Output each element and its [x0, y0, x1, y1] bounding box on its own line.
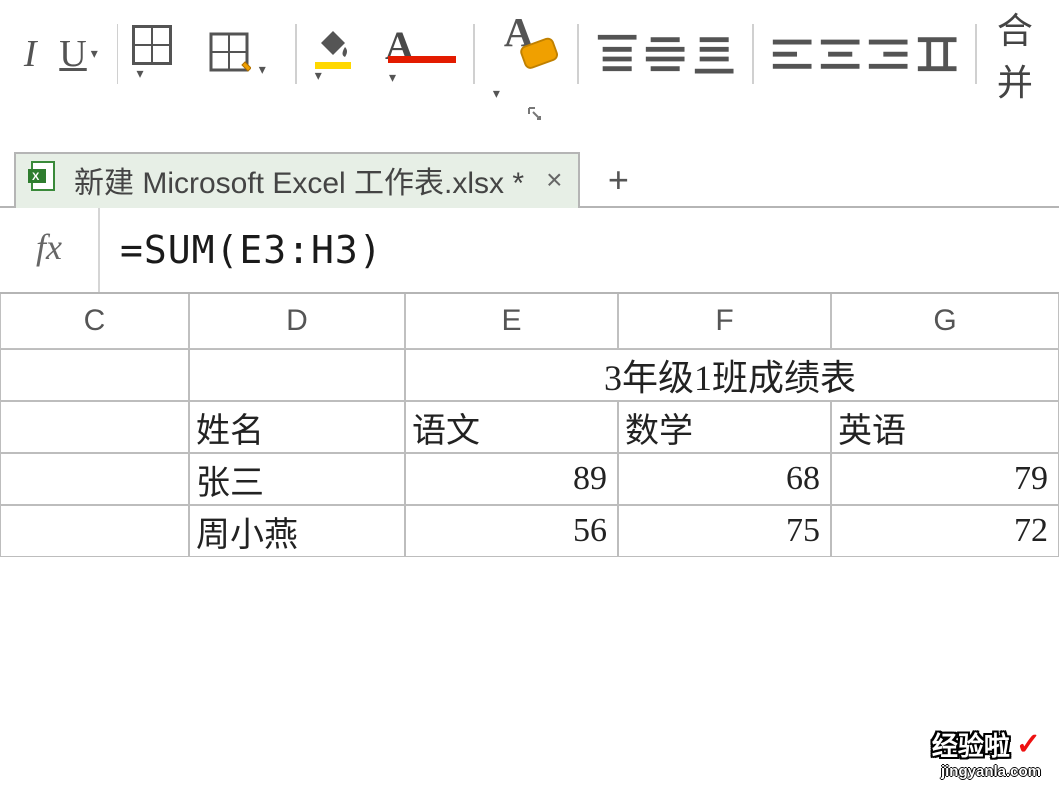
chevron-down-icon: ▾	[91, 46, 98, 63]
separator	[473, 24, 475, 84]
tab-title: 新建 Microsoft Excel 工作表.xlsx *	[74, 158, 524, 202]
chevron-down-icon: ▾	[259, 63, 266, 78]
cell-d1[interactable]	[189, 349, 405, 401]
watermark-url: jingyanla.com	[932, 763, 1041, 780]
cell-english-0[interactable]: 79	[831, 453, 1059, 505]
italic-icon: I	[24, 32, 37, 76]
formula-bar: fx =SUM(E3:H3)	[0, 208, 1059, 294]
formula-input[interactable]: =SUM(E3:H3)	[100, 228, 1059, 272]
align-middle-icon	[641, 30, 689, 78]
align-right-button[interactable]	[864, 24, 912, 84]
chevron-down-icon: ▾	[389, 71, 396, 86]
align-top-icon	[593, 30, 641, 78]
column-header-f[interactable]: F	[618, 294, 831, 349]
font-color-icon: A	[385, 22, 459, 69]
align-top-button[interactable]	[593, 24, 641, 84]
italic-button[interactable]: I	[6, 24, 54, 84]
dialog-launcher-button[interactable]	[523, 102, 547, 126]
title-merged-cell[interactable]: 3年级1班成绩表	[405, 349, 1059, 401]
separator	[577, 24, 579, 84]
watermark-text: 经验啦	[932, 726, 1010, 763]
cell-c3[interactable]	[0, 453, 189, 505]
cell-name-1[interactable]: 周小燕	[189, 505, 405, 557]
align-left-icon	[768, 30, 816, 78]
dialog-launcher-icon	[527, 106, 543, 122]
cell-chinese-0[interactable]: 89	[405, 453, 618, 505]
add-tab-button[interactable]: +	[598, 160, 638, 200]
fill-color-button[interactable]: ▾	[311, 23, 385, 85]
workbook-tab[interactable]: X 新建 Microsoft Excel 工作表.xlsx * ×	[14, 152, 580, 208]
checkmark-icon: ✓	[1016, 727, 1041, 762]
chevron-down-icon: ▾	[136, 67, 143, 82]
header-english[interactable]: 英语	[831, 401, 1059, 453]
header-math[interactable]: 数学	[618, 401, 831, 453]
watermark: 经验啦 ✓ jingyanla.com	[932, 726, 1041, 780]
cell-c1[interactable]	[0, 349, 189, 401]
align-center-button[interactable]	[816, 24, 864, 84]
close-tab-button[interactable]: ×	[546, 164, 562, 196]
cell-chinese-1[interactable]: 56	[405, 505, 618, 557]
align-bottom-button[interactable]	[690, 24, 738, 84]
separator	[295, 24, 297, 84]
cell-c4[interactable]	[0, 505, 189, 557]
cell-c2[interactable]	[0, 401, 189, 453]
align-left-button[interactable]	[768, 24, 816, 84]
cell-shading-icon	[207, 30, 251, 74]
cell-name-0[interactable]: 张三	[189, 453, 405, 505]
spreadsheet-grid[interactable]: C D E F G 3年级1班成绩表 姓名 语文 数学 英语 张三 89 68 …	[0, 294, 1059, 557]
fx-label[interactable]: fx	[0, 208, 100, 292]
column-header-c[interactable]: C	[0, 294, 189, 349]
distribute-button[interactable]	[913, 24, 961, 84]
align-middle-button[interactable]	[641, 24, 689, 84]
separator	[752, 24, 754, 84]
separator	[117, 24, 119, 84]
cell-math-1[interactable]: 75	[618, 505, 831, 557]
cell-math-0[interactable]: 68	[618, 453, 831, 505]
excel-file-icon: X	[26, 159, 60, 201]
fill-color-icon	[311, 23, 355, 67]
align-center-icon	[816, 30, 864, 78]
separator	[975, 24, 977, 84]
chevron-down-icon: ▾	[315, 69, 322, 84]
merge-button[interactable]: 合并	[997, 2, 1059, 106]
cell-english-1[interactable]: 72	[831, 505, 1059, 557]
workbook-tabbar: X 新建 Microsoft Excel 工作表.xlsx * × +	[0, 150, 1059, 208]
border-button[interactable]: ▾	[132, 25, 206, 83]
cell-shading-button[interactable]: ▾	[207, 30, 281, 79]
align-bottom-icon	[690, 30, 738, 78]
clear-format-button[interactable]: A ▾	[489, 5, 563, 102]
underline-button[interactable]: U▾	[54, 24, 102, 84]
format-toolbar: I U▾ ▾ ▾ ▾ A ▾	[0, 0, 1059, 100]
sheet-title-text: 3年级1班成绩表	[604, 349, 856, 401]
distribute-icon	[913, 30, 961, 78]
header-chinese[interactable]: 语文	[405, 401, 618, 453]
column-header-g[interactable]: G	[831, 294, 1059, 349]
column-header-e[interactable]: E	[405, 294, 618, 349]
align-right-icon	[864, 30, 912, 78]
svg-text:X: X	[32, 171, 40, 183]
eraser-icon: A	[489, 5, 563, 79]
header-name[interactable]: 姓名	[189, 401, 405, 453]
border-icon	[132, 25, 172, 65]
font-color-button[interactable]: A ▾	[385, 22, 459, 87]
column-header-d[interactable]: D	[189, 294, 405, 349]
chevron-down-icon: ▾	[493, 87, 500, 102]
underline-icon: U	[59, 32, 86, 76]
